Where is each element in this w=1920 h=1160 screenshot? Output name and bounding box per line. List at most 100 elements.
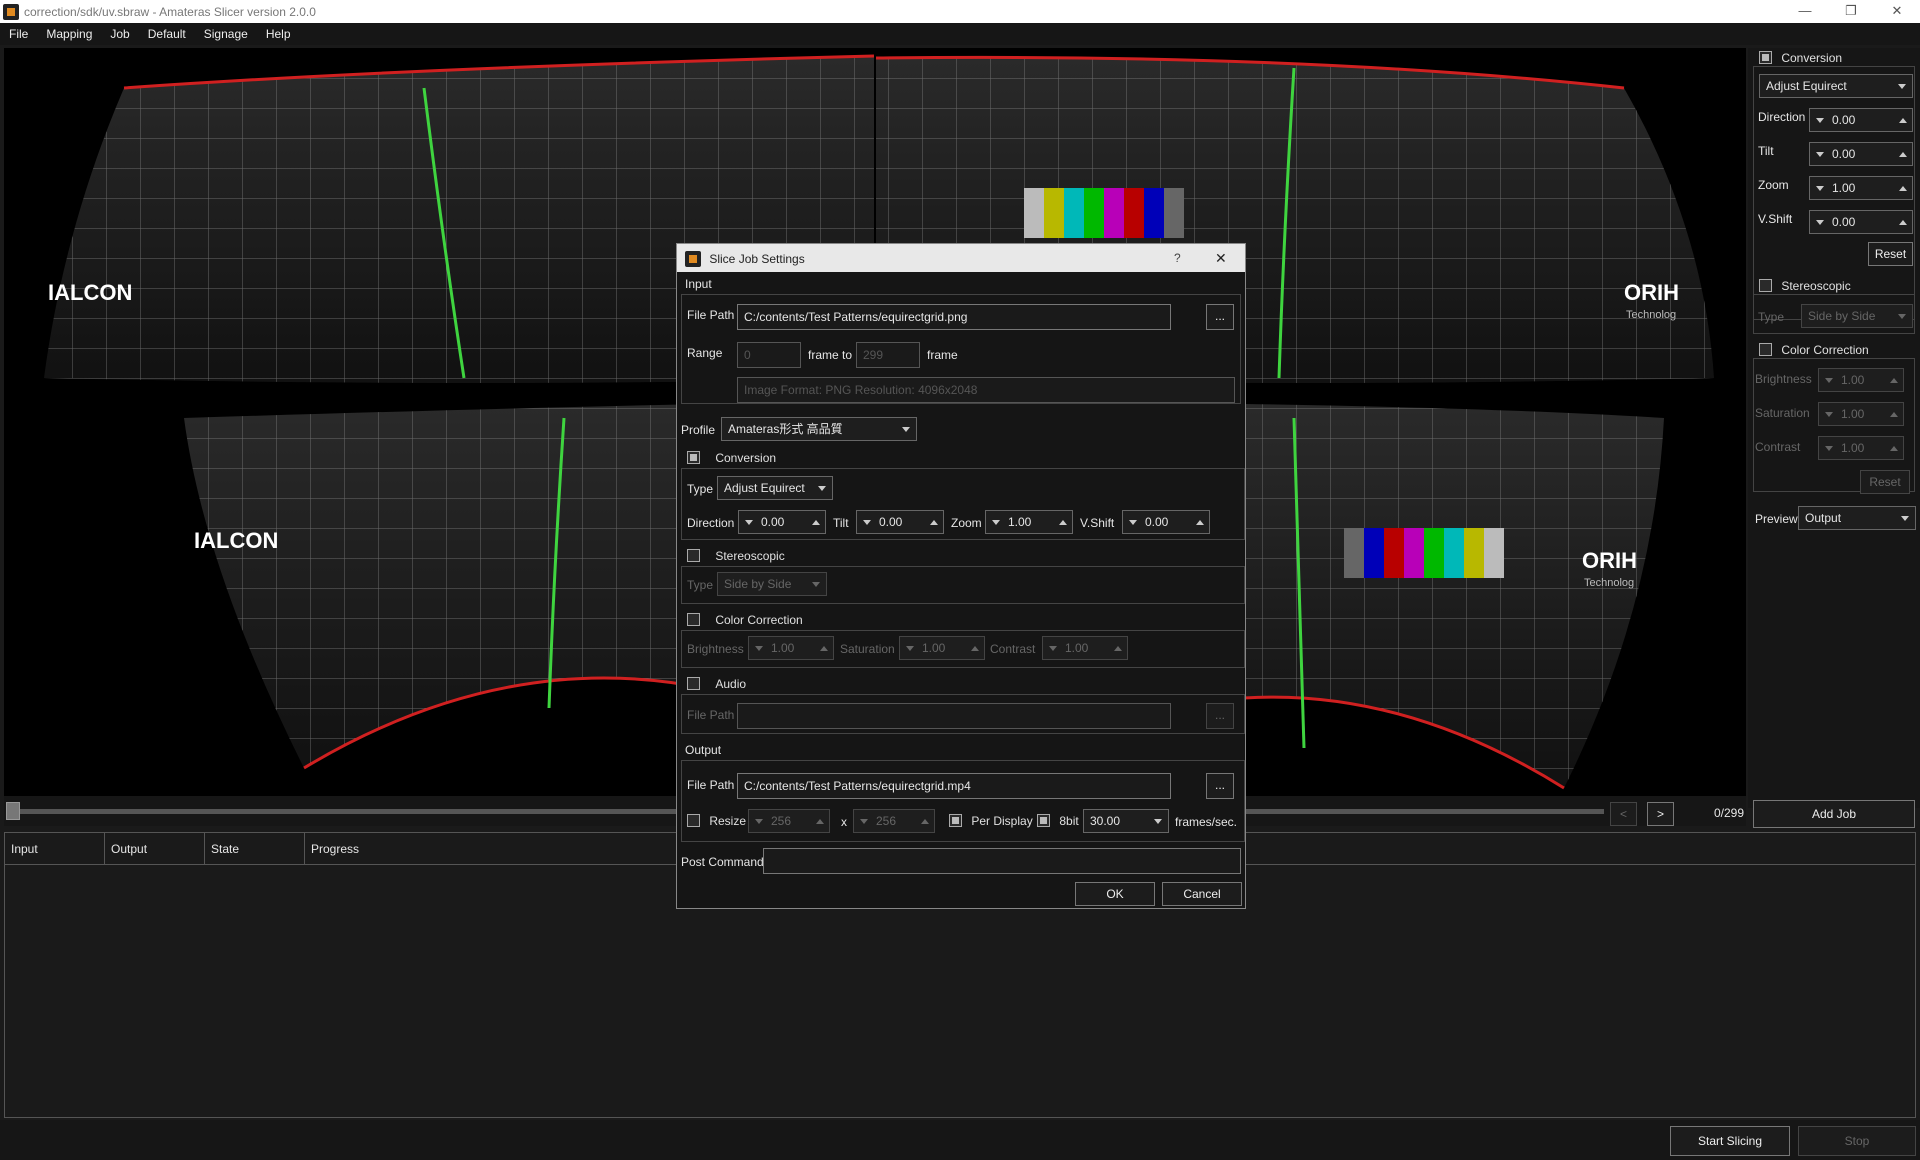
- window-title: correction/sdk/uv.sbraw - Amateras Slice…: [24, 4, 316, 19]
- per-display-label: Per Display: [971, 813, 1033, 828]
- audio-browse-button[interactable]: ...: [1206, 703, 1234, 729]
- vshift-label: V.Shift: [1080, 516, 1115, 530]
- side-conversion-label: Conversion: [1781, 50, 1843, 65]
- range-to-field[interactable]: 299: [856, 342, 920, 368]
- dialog-close-button[interactable]: ✕: [1215, 244, 1227, 272]
- side-type-select[interactable]: Adjust Equirect: [1759, 74, 1913, 98]
- saturation-label: Saturation: [840, 642, 895, 656]
- side-conversion-row: Conversion: [1759, 50, 1842, 65]
- side-stereo-type-select[interactable]: Side by Side: [1801, 304, 1913, 328]
- output-browse-button[interactable]: ...: [1206, 773, 1234, 799]
- input-file-path-label: File Path: [687, 308, 735, 322]
- profile-label: Profile: [681, 423, 716, 437]
- frame-counter: 0/299: [1714, 806, 1745, 820]
- type-select[interactable]: Adjust Equirect: [717, 476, 833, 500]
- per-display-row: Per Display: [949, 813, 1033, 828]
- image-info-field: Image Format: PNG Resolution: 4096x2048: [737, 377, 1235, 403]
- type-label: Type: [687, 482, 714, 496]
- audio-label: Audio: [715, 676, 747, 691]
- resize-x-label: x: [841, 815, 847, 829]
- side-contrast-spin[interactable]: 1.00: [1818, 436, 1904, 460]
- bottom-bar: Start Slicing Stop: [0, 1120, 1920, 1160]
- zoom-spin[interactable]: 1.00: [985, 510, 1073, 534]
- side-brightness-spin[interactable]: 1.00: [1818, 368, 1904, 392]
- resize-height-spin[interactable]: 256: [853, 809, 935, 833]
- dialog-help-button[interactable]: ?: [1174, 244, 1181, 272]
- brightness-spin[interactable]: 1.00: [748, 636, 834, 660]
- input-file-path-field[interactable]: C:/contents/Test Patterns/equirectgrid.p…: [737, 304, 1171, 330]
- side-cc-label: Color Correction: [1781, 342, 1869, 357]
- start-slicing-button[interactable]: Start Slicing: [1670, 1126, 1790, 1156]
- color-bars-bottom: [1344, 528, 1504, 578]
- dialog-title-bar: Slice Job Settings ? ✕: [677, 244, 1245, 272]
- preview-select[interactable]: Output: [1798, 506, 1916, 530]
- 8bit-checkbox[interactable]: [1037, 814, 1050, 828]
- contrast-spin[interactable]: 1.00: [1042, 636, 1128, 660]
- side-reset-button[interactable]: Reset: [1868, 242, 1913, 266]
- audio-row: Audio: [687, 676, 746, 691]
- range-from-field[interactable]: 0: [737, 342, 801, 368]
- col-output[interactable]: Output: [105, 833, 205, 865]
- resize-width-spin[interactable]: 256: [748, 809, 830, 833]
- side-zoom-spin[interactable]: 1.00: [1809, 176, 1913, 200]
- stop-button[interactable]: Stop: [1798, 1126, 1916, 1156]
- stereo-checkbox[interactable]: [687, 549, 700, 563]
- fps-select[interactable]: 30.00: [1083, 809, 1169, 833]
- right-banner-sub: Technolog: [1626, 309, 1676, 321]
- menu-file[interactable]: File: [0, 27, 37, 41]
- direction-spin[interactable]: 0.00: [738, 510, 826, 534]
- audio-path-field[interactable]: [737, 703, 1171, 729]
- menu-help[interactable]: Help: [257, 27, 300, 41]
- next-frame-button[interactable]: >: [1647, 802, 1674, 826]
- brightness-label: Brightness: [687, 642, 744, 656]
- conversion-checkbox[interactable]: [687, 451, 700, 465]
- side-saturation-spin[interactable]: 1.00: [1818, 402, 1904, 426]
- side-conversion-checkbox[interactable]: [1759, 51, 1772, 65]
- stereo-label: Stereoscopic: [715, 548, 785, 563]
- per-display-checkbox[interactable]: [949, 814, 962, 828]
- col-progress[interactable]: Progress: [305, 833, 405, 865]
- saturation-spin[interactable]: 1.00: [899, 636, 985, 660]
- side-brightness-label: Brightness: [1755, 372, 1812, 386]
- menu-default[interactable]: Default: [139, 27, 195, 41]
- side-cc-reset-button[interactable]: Reset: [1860, 470, 1910, 494]
- cc-checkbox[interactable]: [687, 613, 700, 627]
- conversion-label: Conversion: [715, 450, 777, 465]
- left-banner-text-2: IALCON: [194, 528, 278, 553]
- ok-button[interactable]: OK: [1075, 882, 1155, 906]
- col-state[interactable]: State: [205, 833, 305, 865]
- fps-label: frames/sec.: [1175, 815, 1238, 829]
- color-bars-top: [1024, 188, 1184, 238]
- side-cc-checkbox[interactable]: [1759, 343, 1772, 357]
- menu-signage[interactable]: Signage: [195, 27, 257, 41]
- post-command-field[interactable]: [763, 848, 1241, 874]
- menu-job[interactable]: Job: [101, 27, 138, 41]
- vshift-spin[interactable]: 0.00: [1122, 510, 1210, 534]
- col-input[interactable]: Input: [5, 833, 105, 865]
- side-vshift-label: V.Shift: [1758, 212, 1793, 226]
- profile-select[interactable]: Amateras形式 高品質: [721, 417, 917, 441]
- input-browse-button[interactable]: ...: [1206, 304, 1234, 330]
- tilt-spin[interactable]: 0.00: [856, 510, 944, 534]
- minimize-button[interactable]: —: [1782, 0, 1828, 23]
- output-path-field[interactable]: C:/contents/Test Patterns/equirectgrid.m…: [737, 773, 1171, 799]
- cancel-button[interactable]: Cancel: [1162, 882, 1242, 906]
- side-direction-spin[interactable]: 0.00: [1809, 108, 1913, 132]
- timeline-handle[interactable]: [6, 802, 20, 820]
- menu-mapping[interactable]: Mapping: [37, 27, 101, 41]
- 8bit-label: 8bit: [1059, 813, 1079, 828]
- prev-frame-button[interactable]: <: [1610, 802, 1637, 826]
- side-stereo-row: Stereoscopic: [1759, 278, 1851, 293]
- side-zoom-label: Zoom: [1758, 178, 1789, 192]
- side-vshift-spin[interactable]: 0.00: [1809, 210, 1913, 234]
- close-button[interactable]: ✕: [1874, 0, 1920, 23]
- stereo-type-select[interactable]: Side by Side: [717, 572, 827, 596]
- side-tilt-spin[interactable]: 0.00: [1809, 142, 1913, 166]
- maximize-button[interactable]: ❐: [1828, 0, 1874, 23]
- resize-row: Resize: [687, 813, 746, 828]
- resize-checkbox[interactable]: [687, 814, 700, 828]
- audio-checkbox[interactable]: [687, 677, 700, 691]
- side-direction-label: Direction: [1758, 110, 1806, 124]
- side-stereo-checkbox[interactable]: [1759, 279, 1772, 293]
- add-job-button[interactable]: Add Job: [1753, 800, 1915, 828]
